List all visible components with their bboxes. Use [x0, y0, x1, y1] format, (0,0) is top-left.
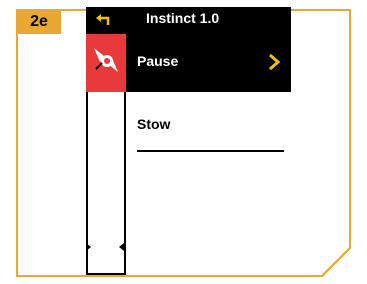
step-badge: 2e [17, 10, 61, 34]
menu-item-stow[interactable]: Stow [137, 116, 170, 132]
screen-title: Instinct 1.0 [146, 10, 220, 26]
chevron-right-icon [269, 53, 281, 71]
back-arrow-icon[interactable] [94, 11, 112, 29]
scroll-left-marker [86, 243, 91, 251]
menu-divider [137, 150, 284, 152]
screen-header: Instinct 1.0 [86, 7, 291, 34]
scroll-right-marker [119, 243, 124, 251]
propeller-icon [94, 48, 118, 72]
menu-item-pause-label: Pause [137, 53, 179, 69]
